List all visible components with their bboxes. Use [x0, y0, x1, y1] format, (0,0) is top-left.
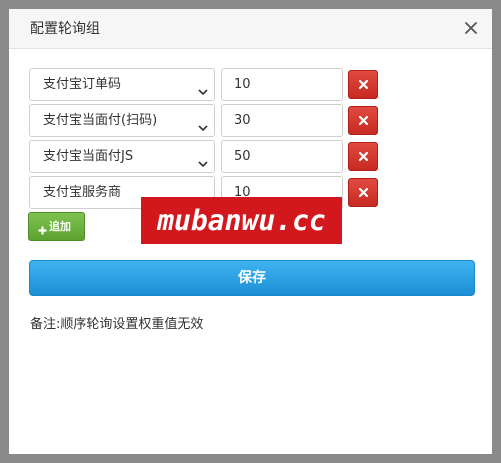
delete-row-button[interactable] — [348, 178, 378, 207]
watermark-logo: mubanwu.cc — [141, 197, 342, 244]
x-icon — [359, 116, 368, 125]
plus-icon — [38, 220, 47, 239]
chevron-down-icon — [198, 153, 208, 172]
delete-row-button[interactable] — [348, 142, 378, 171]
channel-select-value: 支付宝服务商 — [43, 185, 122, 200]
channel-select[interactable]: 支付宝当面付(扫码) — [29, 104, 215, 137]
save-button[interactable]: 保存 — [29, 260, 475, 296]
weight-input[interactable] — [221, 140, 343, 173]
delete-row-button[interactable] — [348, 70, 378, 99]
channel-select[interactable]: 支付宝当面付JS — [29, 140, 215, 173]
delete-row-button[interactable] — [348, 106, 378, 135]
channel-select-value: 支付宝订单码 — [43, 77, 122, 92]
x-icon — [359, 188, 368, 197]
weight-input[interactable] — [221, 68, 343, 101]
weight-input[interactable] — [221, 104, 343, 137]
add-row-label: 追加 — [49, 220, 71, 233]
x-icon — [359, 80, 368, 89]
close-icon[interactable] — [464, 21, 478, 35]
chevron-down-icon — [198, 81, 208, 100]
channel-select-value: 支付宝当面付(扫码) — [43, 113, 158, 128]
channel-select[interactable]: 支付宝订单码 — [29, 68, 215, 101]
chevron-down-icon — [198, 117, 208, 136]
add-row-button[interactable]: 追加 — [28, 212, 85, 241]
note-text: 备注:顺序轮询设置权重值无效 — [30, 317, 204, 332]
dialog-title: 配置轮询组 — [30, 21, 100, 37]
dialog-header: 配置轮询组 — [9, 9, 492, 49]
channel-select-value: 支付宝当面付JS — [43, 149, 134, 164]
x-icon — [359, 152, 368, 161]
